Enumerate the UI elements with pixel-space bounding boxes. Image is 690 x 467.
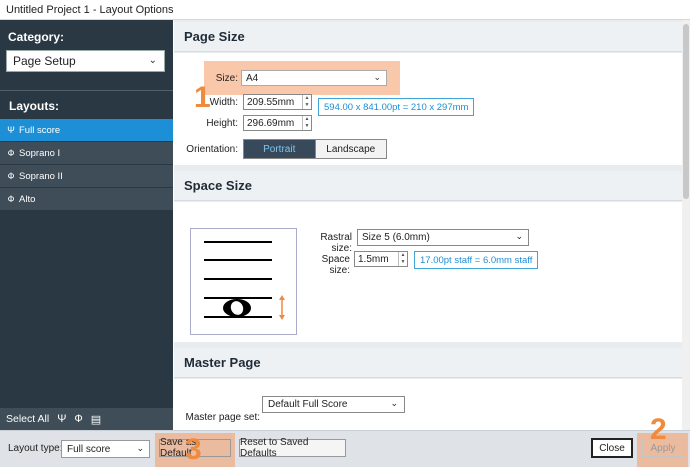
master-page-set-value: Default Full Score [268,399,348,410]
master-page-heading: Master Page [184,355,261,370]
annotation-number-3: 3 [185,433,202,466]
section-header-space-size: Space Size [174,171,682,201]
sidebar: Category: Page Setup ⌄ Layouts: Ψ Full s… [0,20,173,430]
panel-scrollbar[interactable] [682,20,690,430]
full-score-icon: Ψ [7,125,15,135]
orientation-portrait-button[interactable]: Portrait [244,140,315,158]
layout-item-label: Soprano I [19,147,61,159]
reset-to-saved-defaults-button[interactable]: Reset to Saved Defaults [239,437,346,459]
layout-item-soprano-ii[interactable]: Ф Soprano II [0,165,173,188]
spin-arrows-icon[interactable]: ▲ ▼ [398,252,407,266]
layout-item-label: Full score [19,124,61,136]
master-page-set-select[interactable]: Default Full Score ⌄ [262,396,405,413]
chevron-down-icon: ⌄ [390,398,398,408]
space-size-value: 1.5mm [358,253,389,265]
select-all-label: Select All [6,413,50,425]
rastral-size-value: Size 5 (6.0mm) [362,232,430,243]
scrollbar-thumb[interactable] [683,24,689,199]
orientation-toggle: Portrait Landscape [243,139,387,159]
staff-preview [190,228,297,335]
rastral-size-select[interactable]: Size 5 (6.0mm) ⌄ [357,229,529,246]
chevron-down-icon: ⌄ [373,72,381,82]
orientation-landscape-button[interactable]: Landscape [314,140,386,158]
orientation-label: Orientation: [186,144,238,155]
staff-preview-graphic [204,241,285,320]
options-panel: Page Size Size: A4 ⌄ 1 Width: 209.55mm ▲… [174,20,682,430]
annotation-number-2: 2 [650,413,667,446]
layout-item-label: Alto [19,193,36,205]
category-select[interactable]: Page Setup ⌄ [6,50,165,72]
space-info: 17.00pt staff = 6.0mm staff [414,251,539,269]
chevron-down-icon: ⌄ [136,443,144,453]
chevron-down-icon: ⌄ [148,55,157,66]
space-size-heading: Space Size [184,178,252,193]
bottom-bar: Layout type: Full score ⌄ Save as Defaul… [0,415,690,467]
width-label: Width: [209,97,238,108]
select-all-full-scores-icon[interactable]: Ψ [57,413,66,425]
category-value: Page Setup [13,54,76,68]
spin-arrows-icon[interactable]: ▲ ▼ [302,116,311,130]
page-size-heading: Page Size [184,29,245,44]
size-value: A4 [246,72,259,84]
close-button[interactable]: Close [591,438,633,458]
page-size-section: Size: A4 ⌄ 1 Width: 209.55mm ▲ ▼ Height: … [174,53,682,165]
width-field[interactable]: 209.55mm ▲ ▼ [243,94,312,110]
rastral-size-label: Rastral size: [320,232,352,254]
height-value: 296.69mm [247,117,295,129]
sidebar-divider [0,90,173,91]
master-page-section: Master page set: Default Full Score ⌄ [174,379,682,430]
layouts-label: Layouts: [9,99,60,113]
layout-type-value: Full score [67,443,111,455]
section-header-page-size: Page Size [174,22,682,52]
part-icon: Ф [7,171,15,181]
height-label: Height: [206,118,238,129]
width-value: 209.55mm [247,96,295,108]
layout-list: Ψ Full score Ф Soprano I Ф Soprano II Ф … [0,119,173,211]
height-field[interactable]: 296.69mm ▲ ▼ [243,115,312,131]
size-select[interactable]: A4 ⌄ [241,70,387,86]
layout-item-soprano-i[interactable]: Ф Soprano I [0,142,173,165]
layout-item-label: Soprano II [19,170,63,182]
chevron-down-icon: ⌄ [515,231,523,241]
master-page-set-label: Master page set: [185,412,260,423]
space-size-label: Space size: [321,254,350,276]
layout-item-alto[interactable]: Ф Alto [0,188,173,211]
layout-type-select[interactable]: Full score ⌄ [61,440,150,458]
layout-item-full-score[interactable]: Ψ Full score [0,119,173,142]
select-all-bar: Select All Ψ Ф ▤ [0,408,173,430]
window-title: Untitled Project 1 - Layout Options [6,3,174,16]
select-all-parts-icon[interactable]: Ф [74,413,82,425]
select-all-custom-icon[interactable]: ▤ [91,413,101,426]
title-bar: Untitled Project 1 - Layout Options [0,0,690,20]
size-label: Size: [215,73,238,84]
space-size-section: Rastral size: Size 5 (6.0mm) ⌄ Space siz… [174,202,682,342]
dimension-info: 594.00 x 841.00pt = 210 x 297mm [318,98,475,116]
layout-type-label: Layout type: [8,443,63,454]
part-icon: Ф [7,148,15,158]
spin-arrows-icon[interactable]: ▲ ▼ [302,95,311,109]
space-size-field[interactable]: 1.5mm ▲ ▼ [354,251,408,267]
part-icon: Ф [7,194,15,204]
category-label: Category: [8,30,65,44]
section-header-master-page: Master Page [174,348,682,378]
